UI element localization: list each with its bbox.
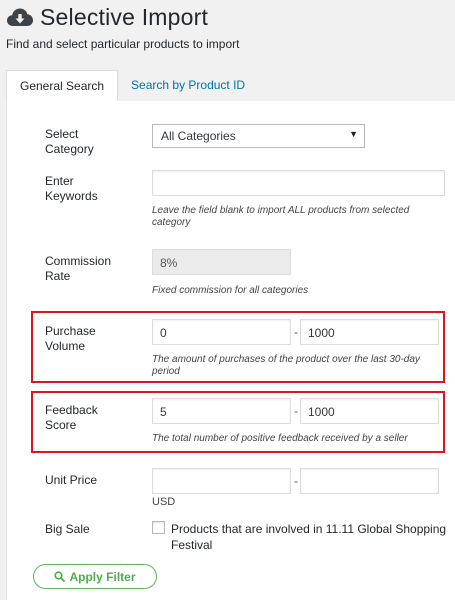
feedback-score-max-input[interactable]: 1000 xyxy=(300,398,439,424)
feedback-score-label: Feedback Score xyxy=(45,403,98,432)
big-sale-option-label[interactable]: Products that are involved in 11.11 Glob… xyxy=(171,521,449,553)
range-separator: - xyxy=(294,404,298,418)
currency-label: USD xyxy=(152,496,176,508)
tab-general-search[interactable]: General Search xyxy=(6,70,119,102)
commission-label: Commission Rate xyxy=(45,254,112,283)
category-select[interactable]: All Categories ▼ xyxy=(152,124,365,148)
commission-hint: Fixed commission for all categories xyxy=(152,285,309,296)
category-label: Select Category xyxy=(45,127,94,156)
tab-search-by-product-id[interactable]: Search by Product ID xyxy=(118,70,258,101)
tab-bar: General Search Search by Product ID xyxy=(6,70,258,102)
unit-price-label: Unit Price xyxy=(45,473,98,487)
unit-price-min-input[interactable] xyxy=(152,468,291,494)
big-sale-checkbox[interactable] xyxy=(152,521,165,534)
page-header: Selective Import xyxy=(6,4,208,31)
range-separator: - xyxy=(294,474,298,488)
purchase-volume-min-input[interactable]: 0 xyxy=(152,319,291,345)
commission-rate-field: 8% xyxy=(152,249,291,275)
apply-filter-button[interactable]: Apply Filter xyxy=(33,564,157,589)
search-icon xyxy=(54,571,66,582)
keywords-input[interactable] xyxy=(152,170,445,196)
purchase-volume-label: Purchase Volume xyxy=(45,324,96,353)
purchase-volume-max-input[interactable]: 1000 xyxy=(300,319,439,345)
page-title: Selective Import xyxy=(40,4,209,30)
big-sale-label: Big Sale xyxy=(45,522,90,536)
feedback-score-hint: The total number of positive feedback re… xyxy=(152,433,408,444)
unit-price-max-input[interactable] xyxy=(300,468,439,494)
category-select-value: All Categories xyxy=(161,129,236,143)
apply-filter-label: Apply Filter xyxy=(69,569,136,584)
purchase-volume-hint: The amount of purchases of the product o… xyxy=(152,354,420,377)
keywords-label: Enter Keywords xyxy=(45,174,98,203)
keywords-hint: Leave the field blank to import ALL prod… xyxy=(152,205,410,228)
dropdown-arrow-icon: ▼ xyxy=(349,129,358,139)
page-subtitle: Find and select particular products to i… xyxy=(6,37,240,51)
cloud-download-icon xyxy=(6,5,34,31)
feedback-score-min-input[interactable]: 5 xyxy=(152,398,291,424)
range-separator: - xyxy=(294,325,298,339)
